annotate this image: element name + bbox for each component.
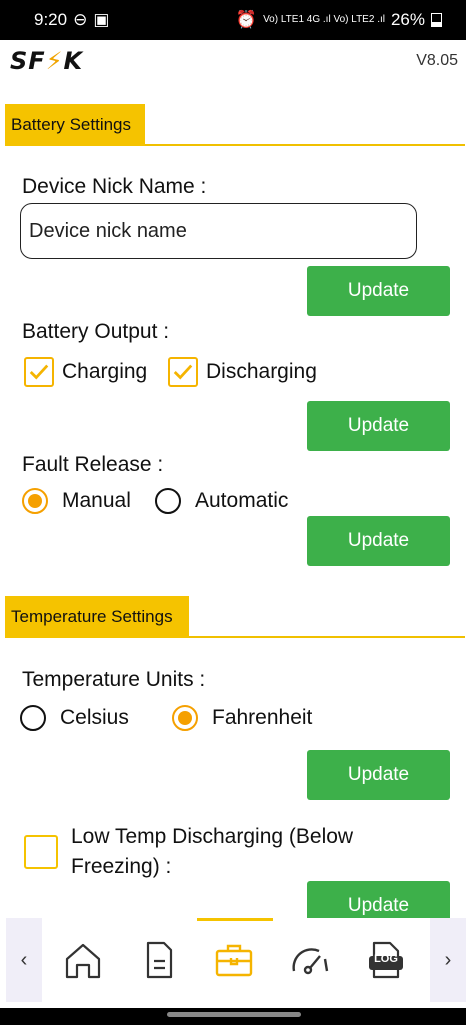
manual-option[interactable]: Manual [22,488,131,514]
alarm-icon: ⏰ [235,10,258,29]
toolbox-icon[interactable] [212,938,256,982]
update-nickname-button[interactable]: Update [307,266,450,316]
app-version: V8.05 [416,52,458,69]
bottom-navigation: ‹ › LOG [0,918,466,1008]
automatic-label: Automatic [195,489,289,512]
active-tab-indicator [197,918,273,921]
update-fault-button[interactable]: Update [307,516,450,566]
log-icon[interactable]: LOG [364,938,408,982]
fahrenheit-option[interactable]: Fahrenheit [172,705,312,731]
charging-label: Charging [62,360,148,383]
celsius-label: Celsius [60,706,129,729]
nickname-input[interactable] [20,203,417,259]
home-icon[interactable] [61,938,105,982]
fault-release-label: Fault Release : [22,453,164,476]
checkmark-icon [29,364,49,380]
low-temp-checkbox[interactable] [24,835,58,869]
dnd-icon: ⊖ [73,10,88,29]
fahrenheit-label: Fahrenheit [212,706,313,729]
automatic-radio[interactable] [155,488,181,514]
update-units-button[interactable]: Update [307,750,450,800]
log-icon-text: LOG [374,953,398,965]
fahrenheit-radio[interactable] [172,705,198,731]
battery-percent: 26% [390,10,425,29]
app-header: SF⚡K V8.05 [0,40,466,82]
sfk-logo: SF⚡K [10,47,84,75]
manual-label: Manual [62,489,131,512]
automatic-option[interactable]: Automatic [155,488,288,514]
nav-prev-arrow[interactable]: ‹ [6,918,42,1002]
battery-output-label: Battery Output : [22,320,170,343]
update-output-button[interactable]: Update [307,401,450,451]
status-time: 9:20 [34,10,68,29]
nav-next-arrow[interactable]: › [430,918,466,1002]
nickname-label: Device Nick Name : [22,175,207,198]
status-bar: 9:20 ⊖ ▣ ⏰ Vo) LTE1 4G .ıl Vo) LTE2 .ıl … [0,0,466,40]
checkmark-icon [173,364,193,380]
image-icon: ▣ [93,10,110,29]
manual-radio[interactable] [22,488,48,514]
battery-settings-header: Battery Settings [5,104,465,146]
temperature-settings-header: Temperature Settings [5,596,465,638]
celsius-option[interactable]: Celsius [20,705,129,731]
celsius-radio[interactable] [20,705,46,731]
app-screen: 9:20 ⊖ ▣ ⏰ Vo) LTE1 4G .ıl Vo) LTE2 .ıl … [0,0,466,1025]
gauge-icon[interactable] [288,938,332,982]
discharging-option[interactable]: Discharging [168,357,317,387]
temperature-settings-title: Temperature Settings [5,596,189,638]
home-gesture-bar[interactable] [167,1012,301,1017]
network-status: Vo) LTE1 4G .ıl Vo) LTE2 .ıl [263,14,385,25]
temperature-units-label: Temperature Units : [22,668,206,691]
discharging-label: Discharging [206,360,317,383]
discharging-checkbox[interactable] [168,357,198,387]
charging-checkbox[interactable] [24,357,54,387]
battery-settings-title: Battery Settings [5,104,146,146]
charging-option[interactable]: Charging [24,357,147,387]
document-icon[interactable] [137,938,181,982]
battery-icon [431,13,442,27]
low-temp-label: Low Temp Discharging (Below Freezing) : [71,825,354,878]
